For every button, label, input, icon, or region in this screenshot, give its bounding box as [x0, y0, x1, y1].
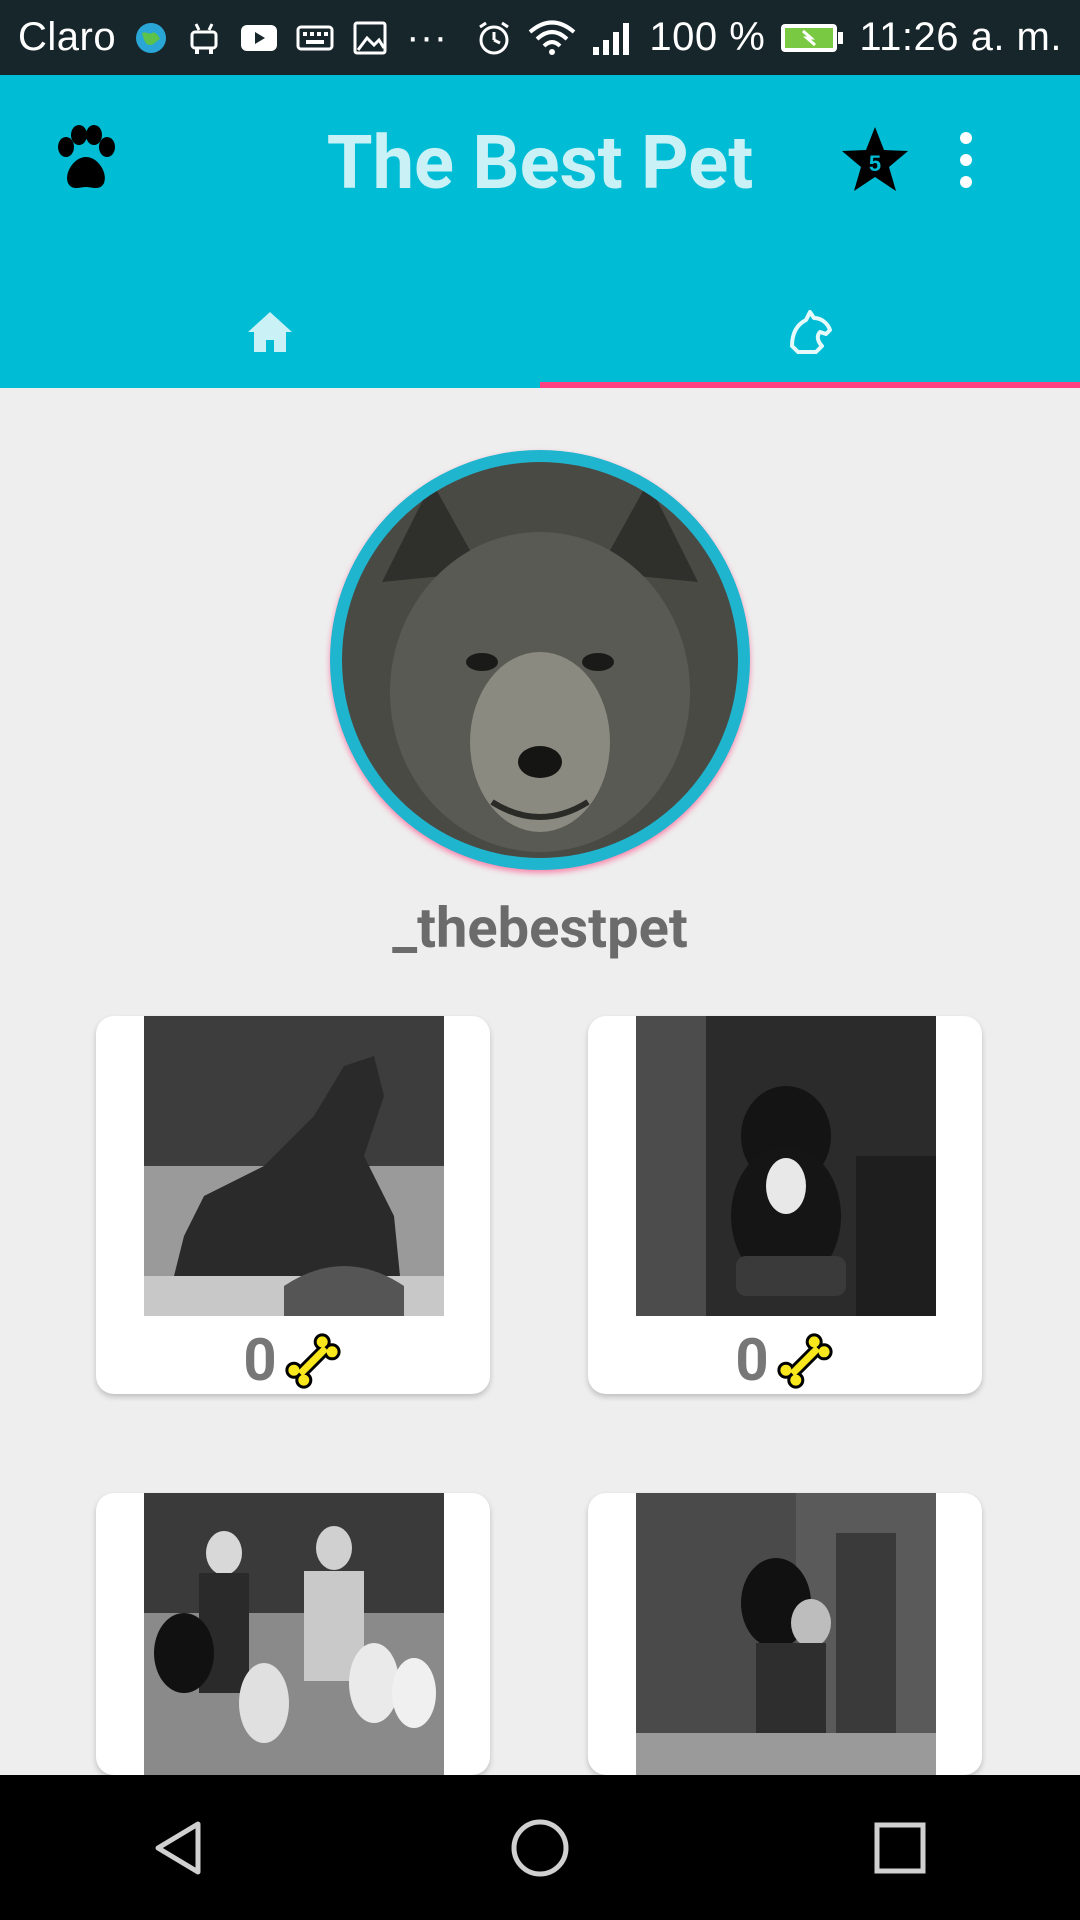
app-bar: The Best Pet 5 [0, 75, 1080, 388]
globe-icon [134, 21, 168, 55]
home-circle-icon [511, 1819, 569, 1876]
avatar[interactable] [342, 462, 738, 858]
tab-indicator [540, 382, 1080, 388]
post-photo [144, 1493, 444, 1775]
youtube-icon [240, 23, 278, 53]
more-vert-icon[interactable] [950, 130, 982, 190]
nav-home-button[interactable] [500, 1808, 580, 1888]
post-card[interactable] [96, 1493, 490, 1775]
status-bar: Claro ··· 100 % 11:26 a. m. [0, 0, 1080, 75]
post-card[interactable]: 0 [588, 1016, 982, 1394]
alarm-icon [475, 19, 513, 57]
bone-icon[interactable] [775, 1331, 835, 1391]
star-icon[interactable]: 5 [840, 125, 910, 195]
favorites-count: 5 [869, 151, 881, 176]
signal-icon [591, 19, 635, 57]
keyboard-icon [296, 23, 334, 53]
battery-percent: 100 % [649, 15, 766, 59]
like-count: 0 [243, 1327, 277, 1394]
more-notifications-indicator: ··· [406, 15, 448, 59]
dog-icon [790, 309, 832, 354]
post-likes: 0 [96, 1326, 490, 1394]
carrier-label: Claro [18, 15, 117, 59]
post-photo [636, 1016, 936, 1316]
bone-icon[interactable] [283, 1331, 343, 1391]
wifi-icon [527, 19, 577, 57]
system-nav-bar [0, 1775, 1080, 1920]
home-icon [248, 311, 292, 352]
tab-home[interactable] [0, 275, 540, 388]
post-likes: 0 [588, 1326, 982, 1394]
post-card[interactable] [588, 1493, 982, 1775]
profile-username: _thebestpet [392, 895, 688, 961]
android-icon [186, 20, 222, 56]
tab-bar [0, 275, 1080, 388]
battery-charging-icon [779, 21, 845, 55]
tab-dog[interactable] [540, 275, 1080, 388]
nav-back-button[interactable] [140, 1808, 220, 1888]
post-photo [144, 1016, 444, 1316]
post-photo [636, 1493, 936, 1775]
post-card[interactable]: 0 [96, 1016, 490, 1394]
profile-avatar-ring [330, 450, 750, 870]
back-triangle-icon [155, 1821, 201, 1874]
like-count: 0 [735, 1327, 769, 1394]
app-title: The Best Pet [326, 120, 754, 207]
nav-recents-button[interactable] [860, 1808, 940, 1888]
image-icon [352, 20, 388, 56]
recents-square-icon [874, 1822, 926, 1873]
clock: 11:26 a. m. [859, 15, 1062, 59]
